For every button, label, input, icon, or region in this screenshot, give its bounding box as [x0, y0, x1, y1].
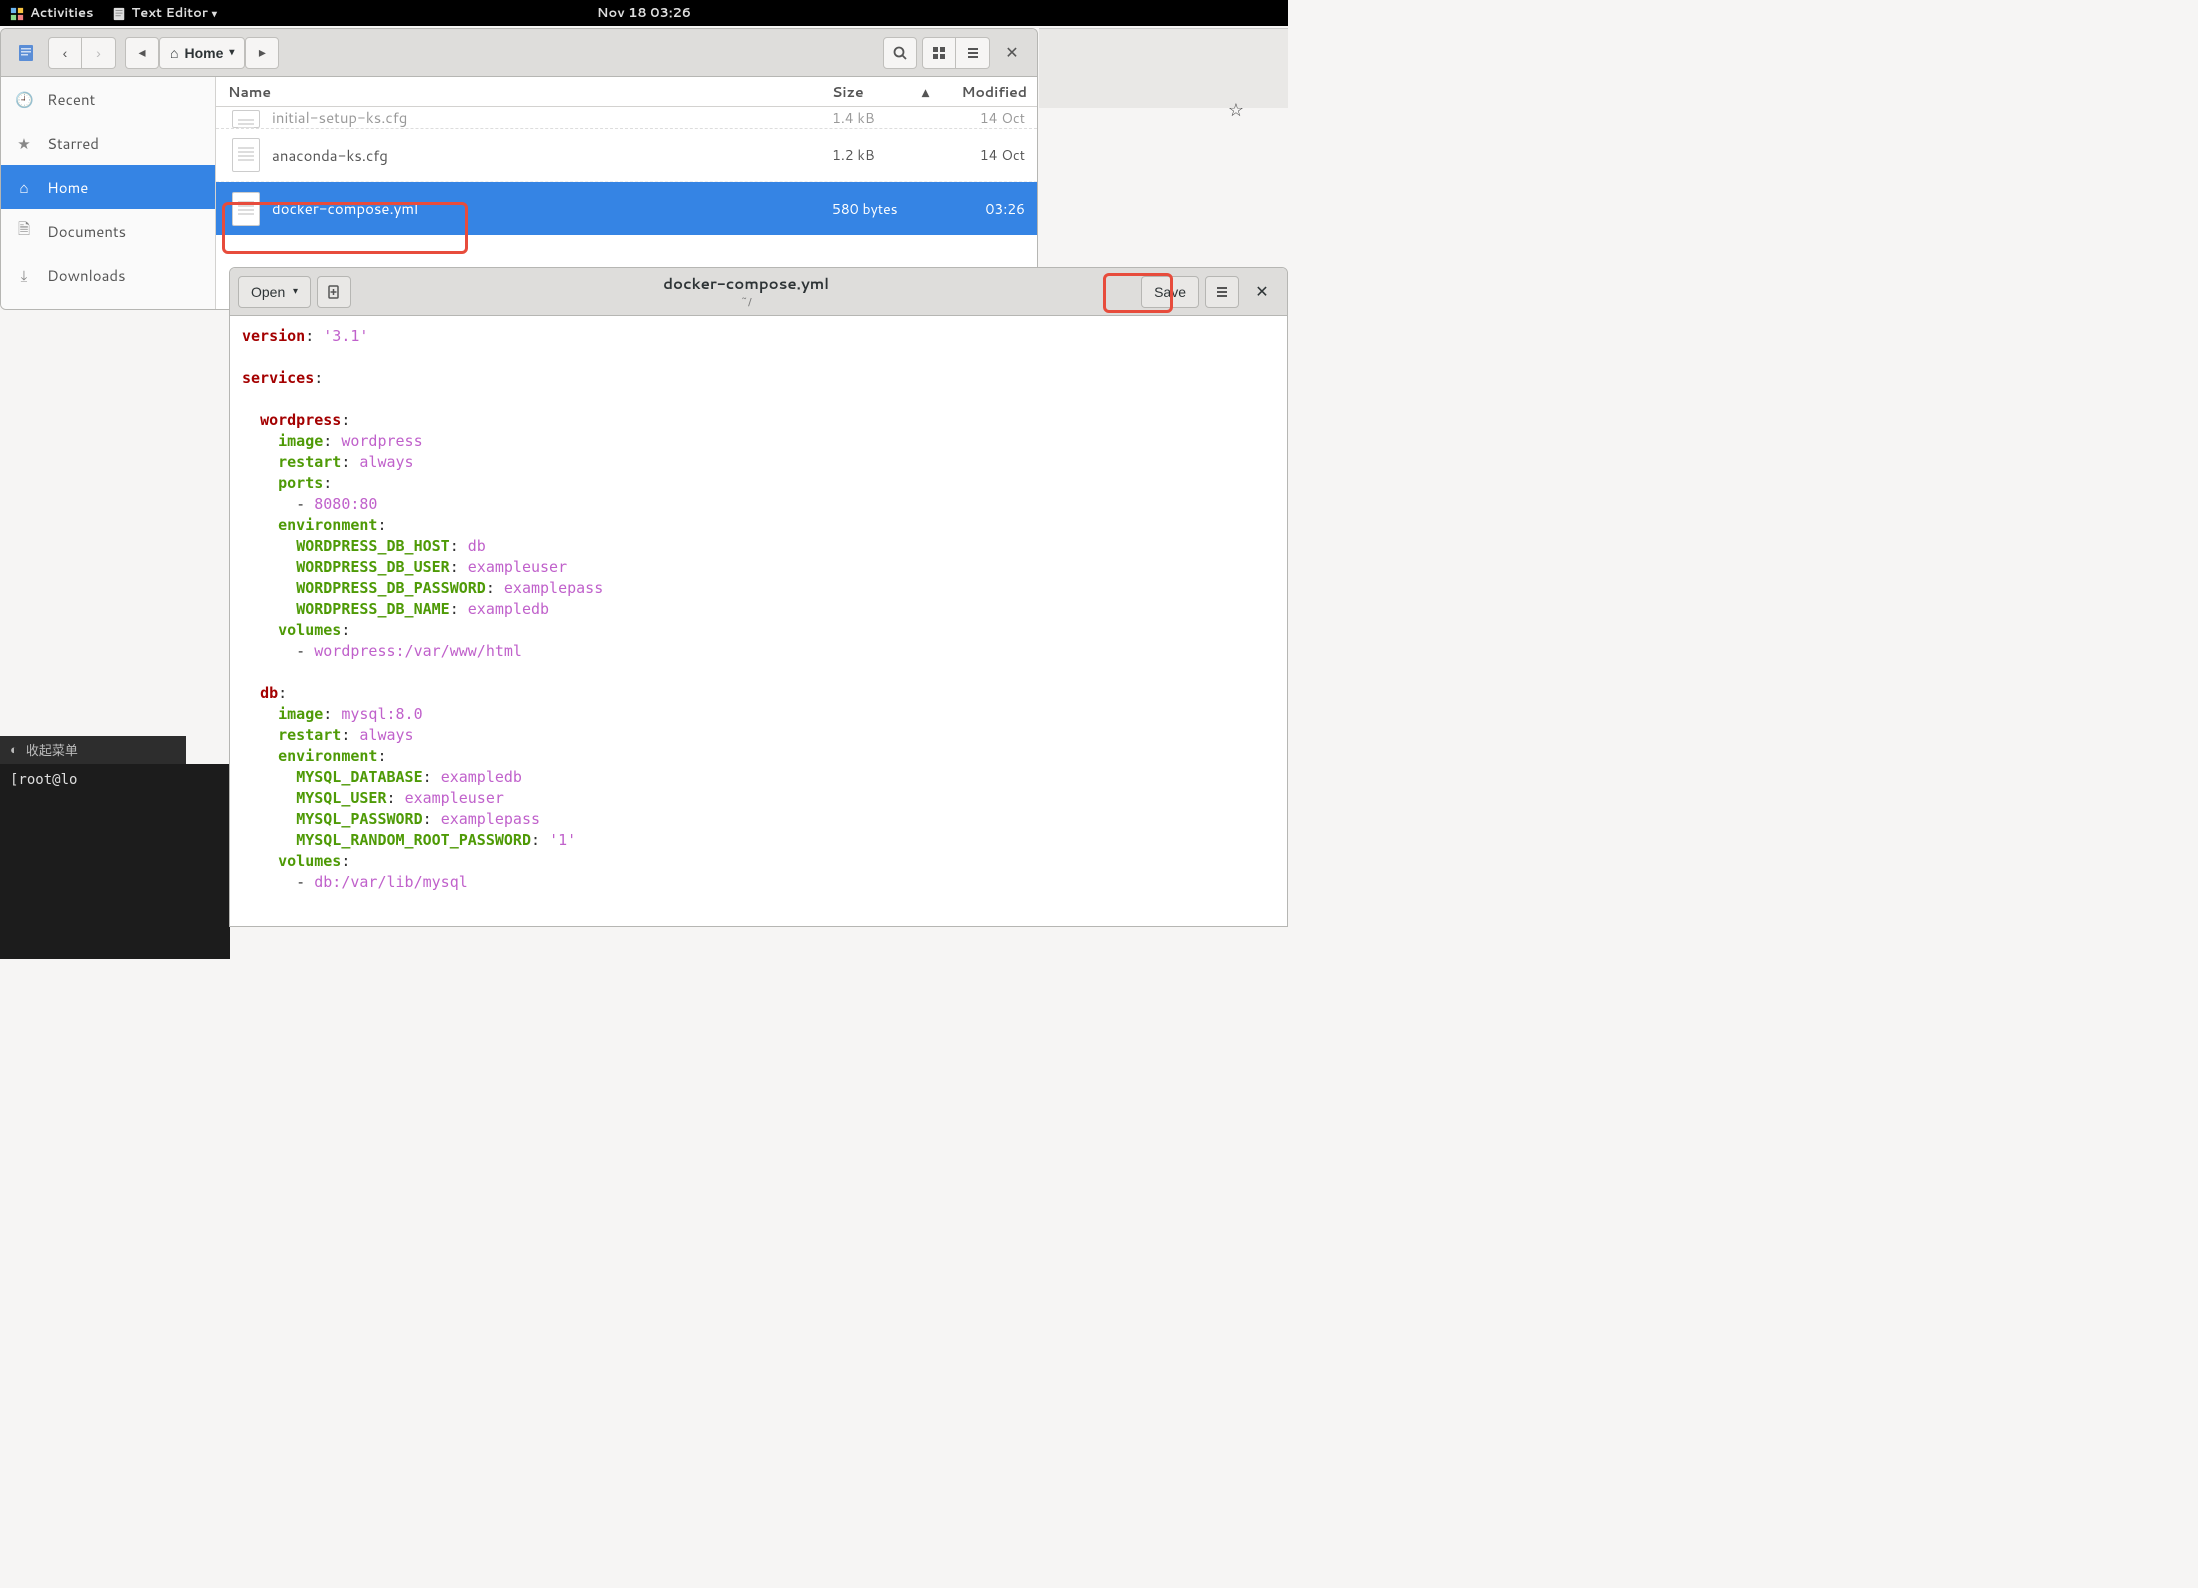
files-app-icon[interactable]: [9, 37, 43, 69]
clock[interactable]: Nov 18 03:26: [597, 4, 691, 22]
sort-asc-icon: ▴: [922, 82, 929, 102]
clock-icon: 🕘: [15, 89, 33, 110]
view-grid-button[interactable]: [922, 37, 956, 69]
path-parent-button[interactable]: ◂: [125, 37, 159, 69]
path-home-button[interactable]: ⌂ Home ▾: [159, 37, 245, 69]
download-icon: ⤓: [15, 265, 33, 286]
files-sidebar: 🕘 Recent ★ Starred ⌂ Home 🗎 Documents ⤓ Downl…: [1, 77, 216, 309]
text-editor-icon: [112, 7, 126, 21]
column-name[interactable]: Name: [216, 82, 832, 102]
forward-button[interactable]: ›: [82, 37, 116, 69]
hamburger-menu-button[interactable]: [1205, 276, 1239, 308]
chevron-down-icon: ▾: [212, 7, 217, 21]
file-row[interactable]: anaconda-ks.cfg 1.2 kB 14 Oct: [216, 129, 1037, 182]
file-list-header[interactable]: Name Size▴ Modified: [216, 77, 1037, 107]
terminal-window[interactable]: [root@lo: [0, 764, 230, 959]
file-icon: [232, 138, 260, 172]
activities-icon: [10, 7, 24, 21]
file-row[interactable]: initial-setup-ks.cfg 1.4 kB 14 Oct: [216, 107, 1037, 129]
file-icon: [232, 192, 260, 226]
activities-button[interactable]: Activities: [10, 4, 94, 22]
text-editor-window: Open ▾ docker-compose.yml ~/ Save ✕ vers…: [229, 267, 1288, 927]
path-child-button[interactable]: ▸: [245, 37, 279, 69]
files-toolbar: ‹ › ◂ ⌂ Home ▾ ▸ ✕: [1, 29, 1037, 77]
sidebar-item-home[interactable]: ⌂ Home: [1, 165, 215, 209]
sidebar-item-music[interactable]: ♫ Music: [1, 297, 215, 309]
sidebar-item-label: Starred: [47, 133, 99, 154]
sidebar-item-label: Documents: [47, 221, 126, 242]
terminal-tab[interactable]: ◐: [0, 736, 186, 764]
collapse-icon: ◐: [10, 741, 18, 759]
gnome-topbar: Activities Text Editor▾ Nov 18 03:26: [0, 0, 1288, 26]
sidebar-item-label: Recent: [47, 89, 95, 110]
home-icon: ⌂: [15, 177, 33, 198]
open-button[interactable]: Open ▾: [238, 276, 311, 308]
editor-toolbar: Open ▾ docker-compose.yml ~/ Save ✕: [230, 268, 1287, 316]
hamburger-icon: [966, 46, 980, 60]
sidebar-item-label: Downloads: [47, 265, 126, 286]
close-window-button[interactable]: ✕: [1245, 276, 1279, 308]
app-menu[interactable]: Text Editor▾: [112, 4, 217, 22]
chevron-down-icon: ▾: [229, 47, 234, 58]
column-modified[interactable]: Modified: [937, 82, 1037, 102]
sidebar-item-downloads[interactable]: ⤓ Downloads: [1, 253, 215, 297]
grid-icon: [932, 46, 946, 60]
save-button[interactable]: Save: [1141, 276, 1199, 308]
file-row-selected[interactable]: docker-compose.yml 580 bytes 03:26: [216, 182, 1037, 235]
new-tab-button[interactable]: [317, 276, 351, 308]
home-icon: ⌂: [170, 45, 178, 61]
close-window-button[interactable]: ✕: [995, 37, 1029, 69]
view-menu-button[interactable]: [956, 37, 990, 69]
music-icon: ♫: [15, 309, 33, 310]
column-size[interactable]: Size▴: [832, 82, 937, 102]
back-button[interactable]: ‹: [48, 37, 82, 69]
file-icon: [232, 110, 260, 128]
editor-content[interactable]: version: '3.1' services: wordpress: imag…: [230, 316, 1287, 926]
sidebar-item-documents[interactable]: 🗎 Documents: [1, 209, 215, 253]
sidebar-item-label: Music: [47, 309, 88, 310]
bookmark-star-icon[interactable]: ☆: [1228, 96, 1244, 122]
editor-title: docker-compose.yml ~/: [357, 273, 1135, 310]
chevron-down-icon: ▾: [293, 286, 298, 297]
new-document-icon: [326, 284, 342, 300]
document-icon: 🗎: [15, 218, 33, 244]
hamburger-icon: [1215, 285, 1229, 299]
star-icon: ★: [15, 133, 33, 154]
search-icon: [892, 45, 908, 61]
background-window: [1039, 28, 1288, 108]
sidebar-item-starred[interactable]: ★ Starred: [1, 121, 215, 165]
sidebar-item-recent[interactable]: 🕘 Recent: [1, 77, 215, 121]
terminal-prompt: [root@lo: [10, 772, 77, 788]
sidebar-item-label: Home: [47, 177, 88, 198]
search-button[interactable]: [883, 37, 917, 69]
